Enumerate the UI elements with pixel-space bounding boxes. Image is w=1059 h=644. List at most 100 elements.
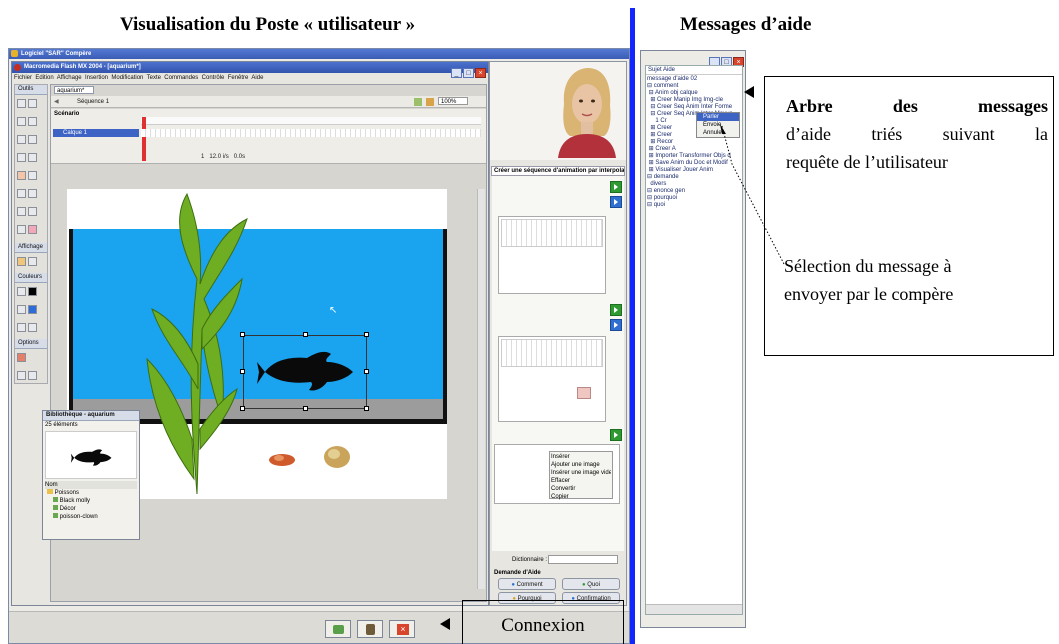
pebble-image <box>324 446 350 468</box>
selection-handle[interactable] <box>364 369 369 374</box>
menu-modification[interactable]: Modification <box>111 75 143 81</box>
zoom-select[interactable]: 100% <box>438 97 468 105</box>
default-colors-icon[interactable] <box>28 323 37 332</box>
oval-tool-icon[interactable] <box>17 153 26 162</box>
library-title: Bibliothèque - aquarium <box>43 411 139 421</box>
swap-colors-icon[interactable] <box>17 323 26 332</box>
close-icon: × <box>397 624 409 635</box>
comment-button[interactable]: ● Comment <box>498 578 556 590</box>
tree-item[interactable]: ⊟ Anim obj calque <box>647 90 742 97</box>
next-step-icon[interactable] <box>610 319 622 331</box>
connect-button[interactable] <box>325 620 351 638</box>
back-arrow-icon[interactable]: ◀ <box>54 98 59 106</box>
stage-scrollbar[interactable] <box>477 189 485 589</box>
edit-scene-icon[interactable] <box>414 98 422 106</box>
main-window: Logiciel "SAR" Compère Macromedia Flash … <box>8 48 630 644</box>
tools-panel: Outils Affichage Couleurs Options <box>14 84 48 384</box>
selection-handle[interactable] <box>240 406 245 411</box>
preview-fish-icon <box>70 449 112 466</box>
line-tool-icon[interactable] <box>17 117 26 126</box>
fill-color-icon[interactable] <box>17 305 26 314</box>
left-header: Visualisation du Poste « utilisateur » <box>120 14 416 35</box>
quoi-label: Quoi <box>587 582 600 588</box>
quoi-button[interactable]: ● Quoi <box>562 578 620 590</box>
title-bar: Logiciel "SAR" Compère <box>9 49 629 59</box>
stroke-swatch[interactable] <box>28 287 37 296</box>
pen-tool-icon[interactable] <box>17 135 26 144</box>
brush-tool-icon[interactable] <box>28 171 37 180</box>
playhead[interactable] <box>142 117 146 161</box>
dictionary-select[interactable] <box>548 555 618 564</box>
tree-item[interactable]: ⊟ Creer Seq Anim Inter Forme <box>647 104 742 111</box>
smooth-icon[interactable] <box>17 371 26 380</box>
menu-edition[interactable]: Edition <box>35 75 53 81</box>
text-tool-icon[interactable] <box>28 135 37 144</box>
tree-item[interactable]: ⊟ comment <box>647 83 742 90</box>
tree-item[interactable]: ⊞ Creer Manip Img Img-cle <box>647 97 742 104</box>
selection-handle[interactable] <box>303 332 308 337</box>
annotation-tree-line1: Arbre des messages <box>786 96 1048 116</box>
shot-3-menu-item: Insérer <box>551 454 570 460</box>
straighten-icon[interactable] <box>28 371 37 380</box>
paint-bucket-icon[interactable] <box>28 207 37 216</box>
play-step-icon[interactable] <box>610 304 622 316</box>
lasso-tool-icon[interactable] <box>28 117 37 126</box>
ink-bottle-icon[interactable] <box>17 207 26 216</box>
doc-tab[interactable]: aquarium* <box>54 86 94 94</box>
play-step-icon[interactable] <box>610 181 622 193</box>
next-step-icon[interactable] <box>610 196 622 208</box>
help-hscrollbar[interactable] <box>646 604 742 614</box>
library-item[interactable]: Poissons <box>45 489 137 497</box>
selection-handle[interactable] <box>303 406 308 411</box>
arrow-tool-icon[interactable] <box>17 99 26 108</box>
symbol-icon <box>53 505 58 510</box>
stroke-color-icon[interactable] <box>17 287 26 296</box>
library-panel: Bibliothèque - aquarium 25 éléments Nom … <box>42 410 140 540</box>
layer-row[interactable]: Calque 1 <box>53 129 139 137</box>
menu-commandes[interactable]: Commandes <box>164 75 198 81</box>
disconnect-button[interactable]: × <box>389 620 415 638</box>
shot-3-menu-item: Effacer <box>551 478 570 484</box>
library-preview <box>45 431 137 479</box>
library-item[interactable]: Décor <box>45 505 137 513</box>
fill-transform-icon[interactable] <box>28 189 37 198</box>
fill-swatch[interactable] <box>28 305 37 314</box>
edit-symbol-icon[interactable] <box>426 98 434 106</box>
context-item-parler[interactable]: Parler <box>697 113 739 121</box>
eyedropper-icon[interactable] <box>17 225 26 234</box>
flash-menu-bar: Fichier Edition Affichage Insertion Modi… <box>14 74 484 82</box>
app-icon <box>11 50 18 57</box>
selection-handle[interactable] <box>240 332 245 337</box>
play-step-icon[interactable] <box>610 429 622 441</box>
help-tab[interactable]: Sujet Aide <box>646 66 742 75</box>
menu-fenetre[interactable]: Fenêtre <box>228 75 249 81</box>
magnet-icon[interactable] <box>17 353 26 362</box>
library-item[interactable]: poisson-clown <box>45 513 137 521</box>
selection-handle[interactable] <box>364 406 369 411</box>
menu-aide[interactable]: Aide <box>251 75 263 81</box>
right-header: Messages d’aide <box>680 14 812 35</box>
menu-fichier[interactable]: Fichier <box>14 75 32 81</box>
subselect-tool-icon[interactable] <box>28 99 37 108</box>
annotation-select-line2: envoyer par le compère <box>784 284 954 304</box>
selection-handle[interactable] <box>364 332 369 337</box>
library-item[interactable]: Black molly <box>45 497 137 505</box>
settings-button[interactable] <box>357 620 383 638</box>
tutorial-shot-1 <box>498 216 606 294</box>
rect-tool-icon[interactable] <box>28 153 37 162</box>
eraser-icon[interactable] <box>28 225 37 234</box>
selection-handle[interactable] <box>240 369 245 374</box>
black-molly-fish[interactable] <box>257 344 357 396</box>
zoom-tool-icon[interactable] <box>28 257 37 266</box>
annotation-box <box>764 76 1054 356</box>
menu-insertion[interactable]: Insertion <box>85 75 108 81</box>
menu-texte[interactable]: Texte <box>147 75 161 81</box>
pencil-tool-icon[interactable] <box>17 171 26 180</box>
library-col-name: Nom <box>45 481 137 489</box>
hand-tool-icon[interactable] <box>17 257 26 266</box>
tree-item[interactable]: message d'aide 02 <box>647 76 742 83</box>
menu-controle[interactable]: Contrôle <box>202 75 225 81</box>
transform-tool-icon[interactable] <box>17 189 26 198</box>
connect-icon <box>333 625 344 634</box>
menu-affichage[interactable]: Affichage <box>57 75 82 81</box>
